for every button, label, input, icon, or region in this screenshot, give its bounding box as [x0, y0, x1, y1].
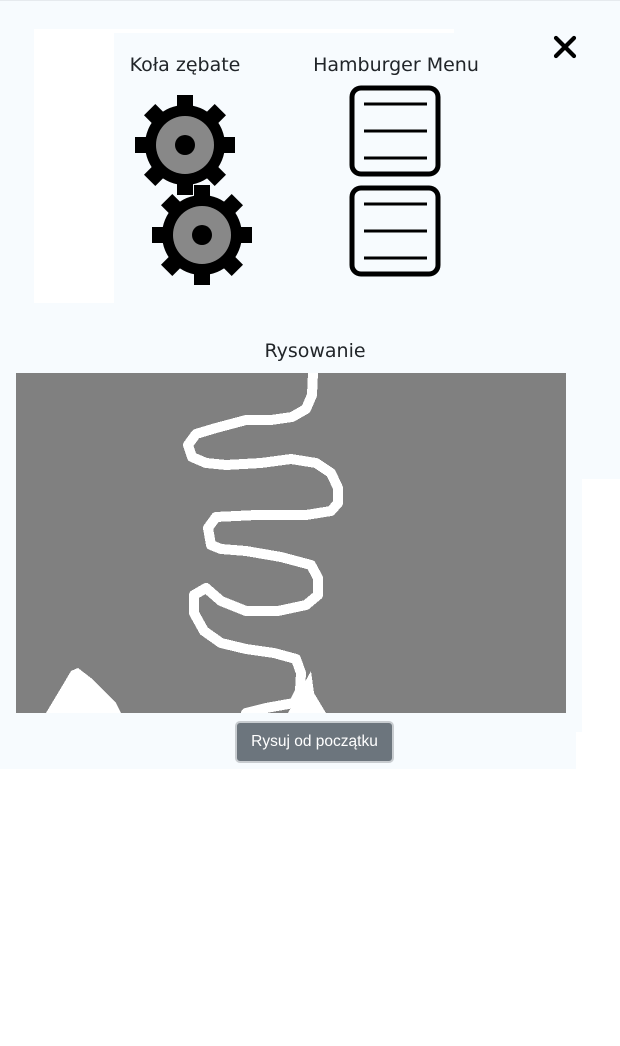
white-block	[34, 29, 114, 303]
hamburger-menu-icon[interactable]	[349, 85, 441, 177]
close-icon[interactable]	[553, 35, 577, 59]
white-strip	[114, 29, 454, 33]
reset-drawing-button[interactable]: Rysuj od początku	[235, 721, 394, 763]
gear-icon	[152, 185, 252, 285]
hamburger-menu-icon[interactable]	[349, 185, 441, 277]
white-strip-right-lower	[576, 732, 620, 769]
white-strip-right	[582, 479, 620, 732]
gear-icon	[135, 95, 235, 195]
drawing-canvas[interactable]	[16, 373, 566, 713]
hamburger-heading: Hamburger Menu	[313, 54, 479, 76]
close-button[interactable]	[549, 31, 581, 63]
gears-heading: Koła zębate	[129, 54, 241, 76]
drawing-heading: Rysowanie	[264, 340, 366, 362]
